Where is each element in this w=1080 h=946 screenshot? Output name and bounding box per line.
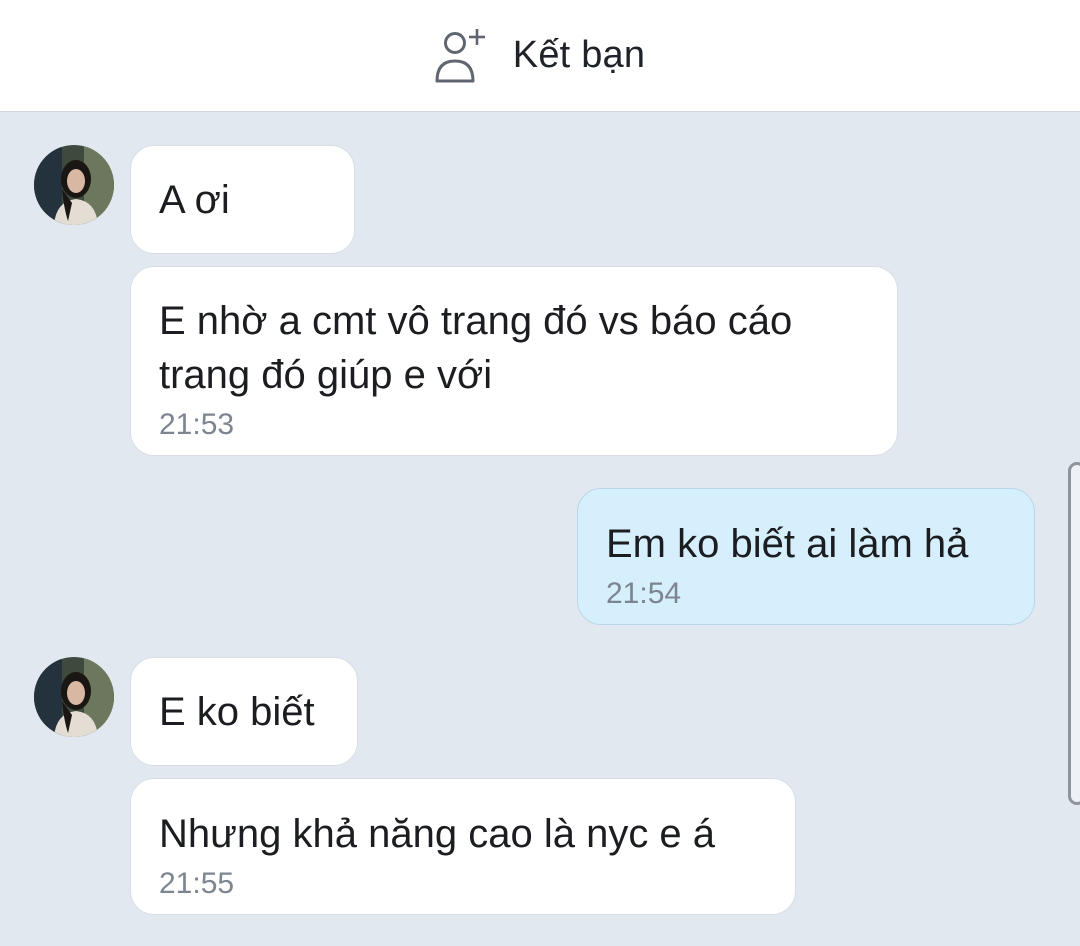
message-timestamp: 21:53 xyxy=(159,408,235,441)
add-user-icon xyxy=(435,28,485,82)
message-text: E nhờ a cmt vô trang đó vs báo cáo trang… xyxy=(159,299,793,397)
message-bubble-outgoing[interactable]: Em ko biết ai làm hả 21:54 xyxy=(577,488,1035,625)
add-friend-label: Kết bạn xyxy=(512,34,646,76)
message-timestamp: 21:54 xyxy=(606,577,682,610)
message-text: E ko biết xyxy=(159,690,315,734)
chat-area: A ơi E nhờ a cmt vô trang đó vs báo cáo … xyxy=(0,113,1080,946)
top-bar: Kết bạn xyxy=(0,0,1080,112)
avatar-photo xyxy=(34,657,114,737)
contact-avatar[interactable] xyxy=(34,657,114,737)
message-bubble-incoming[interactable]: E ko biết xyxy=(130,657,358,766)
add-friend-button[interactable]: Kết bạn xyxy=(435,28,645,84)
message-text: A ơi xyxy=(159,178,230,222)
message-bubble-incoming[interactable]: A ơi xyxy=(130,145,355,254)
message-text: Nhưng khả năng cao là nyc e á xyxy=(159,812,716,856)
contact-avatar[interactable] xyxy=(34,145,114,225)
message-bubble-incoming[interactable]: E nhờ a cmt vô trang đó vs báo cáo trang… xyxy=(130,266,898,456)
message-bubble-incoming[interactable]: Nhưng khả năng cao là nyc e á 21:55 xyxy=(130,778,796,915)
avatar-photo xyxy=(34,145,114,225)
side-panel-handle[interactable] xyxy=(1068,462,1080,805)
message-text: Em ko biết ai làm hả xyxy=(606,522,969,566)
message-timestamp: 21:55 xyxy=(159,867,235,900)
